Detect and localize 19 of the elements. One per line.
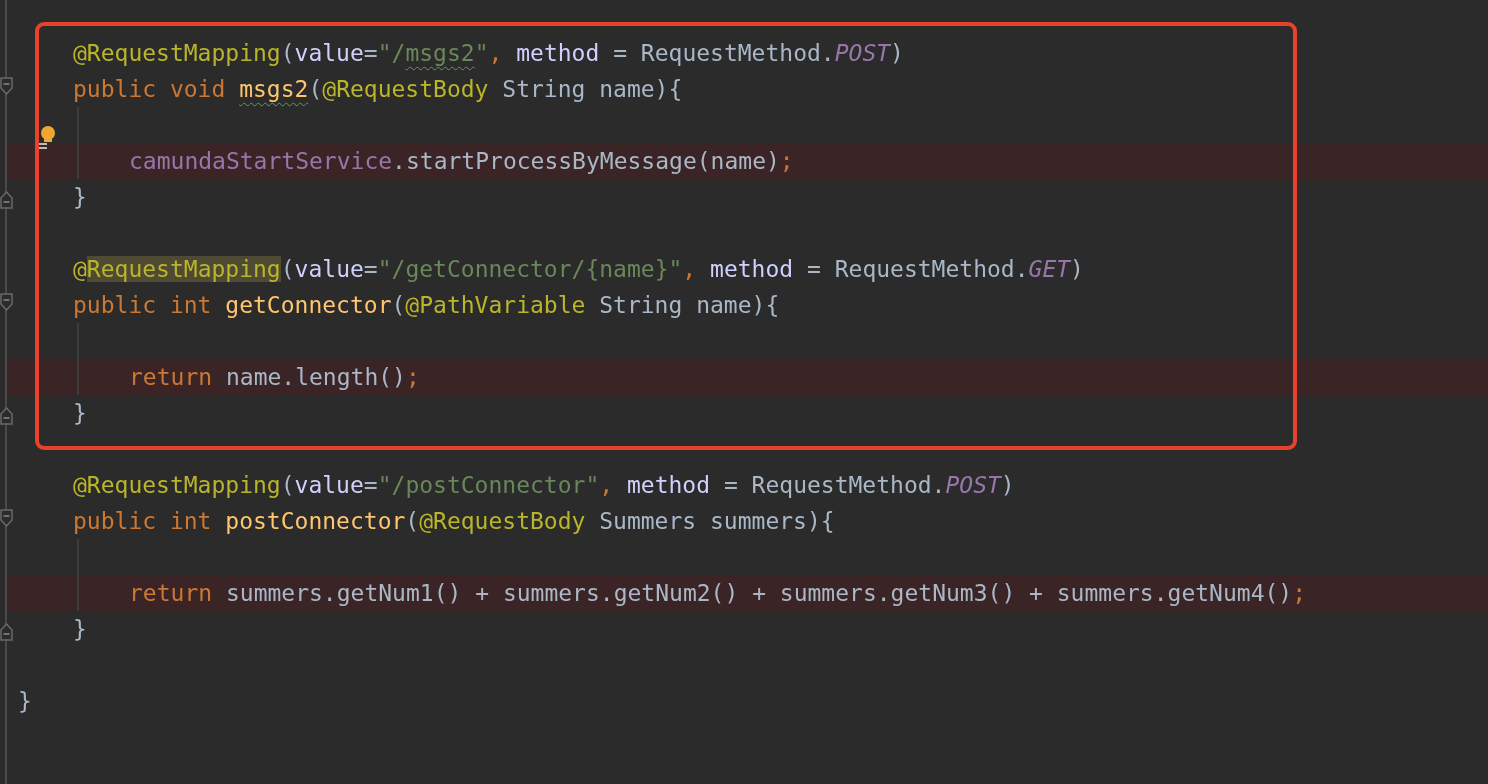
code-line: public void msgs2(@RequestBody String name){ bbox=[73, 75, 683, 104]
code-line: @RequestMapping(value="/msgs2", method = RequestMethod.POST) bbox=[73, 39, 904, 68]
code-line: public int postConnector(@RequestBody Summers summers){ bbox=[73, 507, 835, 536]
code-line: camundaStartService.startProcessByMessage(name); bbox=[129, 147, 794, 176]
code-line: @RequestMapping(value="/getConnector/{name}", method = RequestMethod.GET) bbox=[73, 255, 1084, 284]
code-line: return summers.getNum1() + summers.getNum2() + summers.getNum3() + summers.getNum4(); bbox=[129, 579, 1307, 608]
fold-icon[interactable] bbox=[0, 77, 13, 95]
code-line: } bbox=[73, 615, 87, 644]
code-line: } bbox=[73, 399, 87, 428]
fold-icon[interactable] bbox=[0, 623, 13, 641]
fold-icon[interactable] bbox=[0, 191, 13, 209]
fold-icon[interactable] bbox=[0, 509, 13, 527]
code-line: } bbox=[73, 183, 87, 212]
code-line: public int getConnector(@PathVariable String name){ bbox=[73, 291, 780, 320]
fold-icon[interactable] bbox=[0, 407, 13, 425]
code-line: return name.length(); bbox=[129, 363, 420, 392]
code-line: } bbox=[18, 687, 32, 716]
code-line: @RequestMapping(value="/postConnector", method = RequestMethod.POST) bbox=[73, 471, 1015, 500]
fold-icon[interactable] bbox=[0, 293, 13, 311]
